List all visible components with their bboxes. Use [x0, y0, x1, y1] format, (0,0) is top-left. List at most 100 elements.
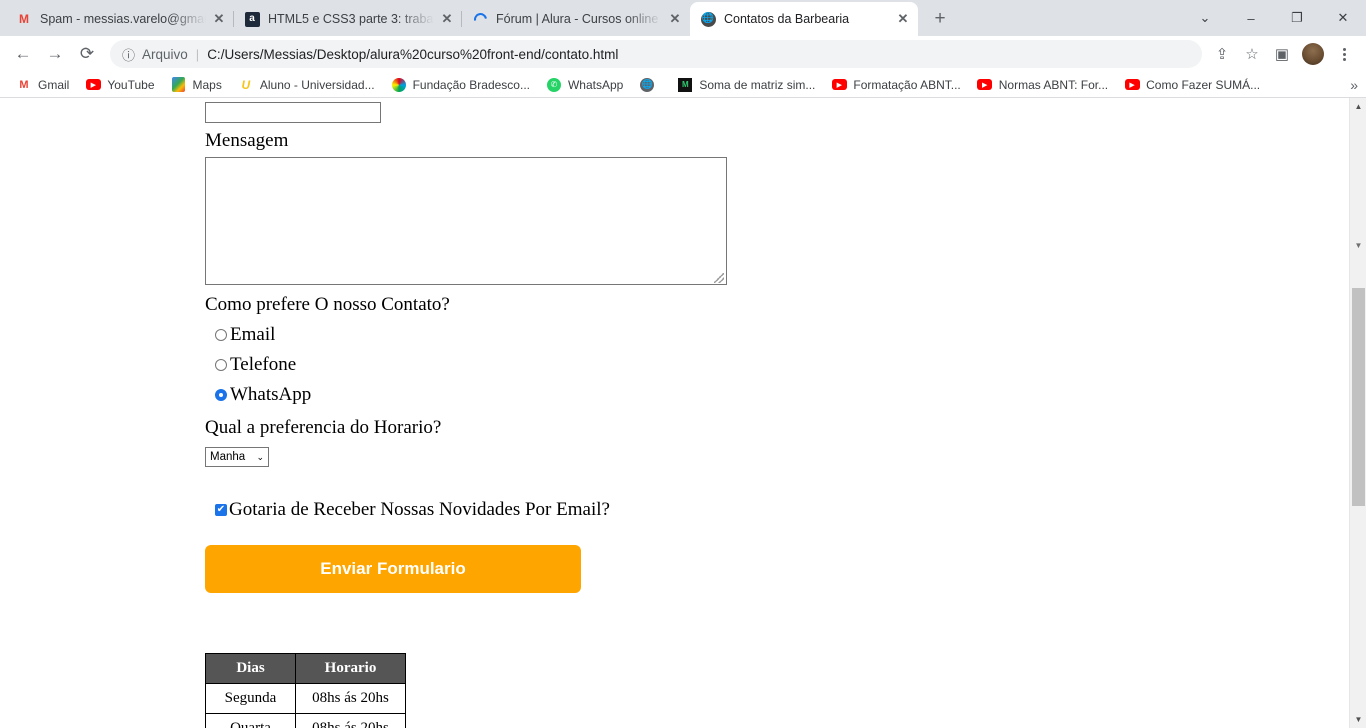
table-cell-horario: 08hs ás 20hs [295, 713, 406, 728]
tab-title: Fórum | Alura - Cursos online de [496, 12, 662, 26]
side-panel-icon[interactable]: ▣ [1268, 40, 1296, 68]
bookmark-maps[interactable]: Maps [163, 75, 230, 95]
youtube-icon: ▶ [85, 77, 101, 93]
horario-select-value: Manha [210, 451, 246, 463]
bookmark-soma-matriz[interactable]: M Soma de matriz sim... [669, 75, 823, 95]
window-controls: ⌄ – ❐ ✕ [1182, 0, 1366, 36]
bookmarks-bar: M Gmail ▶ YouTube Maps U Aluno - Univers… [0, 72, 1366, 98]
youtube-icon: ▶ [831, 77, 847, 93]
bookmark-como-fazer-sumario[interactable]: ▶ Como Fazer SUMÁ... [1116, 75, 1268, 95]
bookmark-label: YouTube [107, 77, 155, 92]
tab-title: Contatos da Barbearia [724, 12, 850, 26]
bookmark-label: Soma de matriz sim... [699, 77, 816, 92]
vertical-scrollbar[interactable]: ▲ ▼ ▼ [1349, 98, 1366, 728]
browser-tab-1[interactable]: M Spam - messias.varelo@gmail.com ✕ [6, 2, 234, 36]
browser-menu-icon[interactable] [1330, 40, 1358, 68]
radio-label: Email [230, 324, 276, 345]
chevron-down-icon: ⌄ [256, 451, 264, 462]
bookmark-label: Como Fazer SUMÁ... [1146, 77, 1261, 92]
browser-tab-4-active[interactable]: 🌐 Contatos da Barbearia ✕ [690, 2, 918, 36]
bookmark-star-icon[interactable]: ☆ [1238, 40, 1266, 68]
tab-close-button[interactable]: ✕ [438, 10, 456, 28]
tab-title: HTML5 e CSS3 parte 3: trabalhan [268, 12, 434, 26]
scroll-down-arrow-icon[interactable]: ▼ [1350, 711, 1366, 728]
bookmark-label: Normas ABNT: For... [998, 77, 1109, 92]
bookmark-fundacao-bradesco[interactable]: Fundação Bradesco... [383, 75, 538, 95]
profile-avatar[interactable] [1302, 43, 1324, 65]
new-tab-button[interactable]: + [926, 5, 954, 33]
horario-select[interactable]: Manha ⌄ [205, 447, 269, 467]
bookmark-youtube[interactable]: ▶ YouTube [77, 75, 162, 95]
mensagem-textarea[interactable] [205, 157, 727, 285]
radio-option-telefone[interactable]: Telefone [205, 350, 1349, 380]
browser-tab-3[interactable]: Fórum | Alura - Cursos online de ✕ [461, 2, 690, 36]
tab-search-chevron-icon[interactable]: ⌄ [1182, 2, 1228, 34]
radio-option-whatsapp[interactable]: WhatsApp [205, 380, 1349, 410]
scroll-marker-icon: ▼ [1354, 240, 1363, 250]
scrollbar-thumb[interactable] [1352, 288, 1365, 506]
radio-button[interactable] [215, 329, 227, 341]
youtube-icon: ▶ [977, 77, 993, 93]
newsletter-checkbox-row[interactable]: ✔ Gotaria de Receber Nossas Novidades Po… [205, 495, 1349, 525]
matrix-icon: M [677, 77, 693, 93]
table-cell-dia: Segunda [205, 683, 296, 714]
table-cell-dia: Quarta [205, 713, 296, 728]
radio-option-email[interactable]: Email [205, 320, 1349, 350]
tab-close-button[interactable]: ✕ [894, 10, 912, 28]
university-icon: U [241, 77, 251, 92]
newsletter-checkbox[interactable]: ✔ [215, 504, 227, 516]
radio-button-selected[interactable] [215, 389, 227, 401]
submit-form-button[interactable]: Enviar Formulario [205, 545, 581, 593]
table-cell-horario: 08hs ás 20hs [295, 683, 406, 714]
bookmark-formatacao-abnt[interactable]: ▶ Formatação ABNT... [823, 75, 968, 95]
contact-form-page: Telefone Mensagem Como prefere O nosso C… [0, 98, 1349, 728]
maximize-button[interactable]: ❐ [1274, 2, 1320, 34]
bookmark-whatsapp[interactable]: ✆ WhatsApp [538, 75, 631, 95]
bookmarks-overflow-button[interactable]: » [1350, 77, 1358, 93]
bookmark-label: Fundação Bradesco... [412, 77, 530, 92]
table-header-row: Dias Horario [205, 653, 406, 684]
omnibox-divider: | [195, 46, 200, 62]
table-header-dias: Dias [205, 653, 296, 684]
resize-grip-icon[interactable] [714, 273, 724, 283]
page-info-icon[interactable]: ⓘ [122, 45, 135, 64]
bookmark-normas-abnt[interactable]: ▶ Normas ABNT: For... [969, 75, 1116, 95]
alura-icon: a [244, 11, 260, 27]
close-window-button[interactable]: ✕ [1320, 2, 1366, 34]
share-icon[interactable]: ⇪ [1208, 40, 1236, 68]
tab-strip: M Spam - messias.varelo@gmail.com ✕ a HT… [0, 0, 1366, 36]
radio-button[interactable] [215, 359, 227, 371]
gmail-icon: M [19, 12, 29, 26]
forward-button[interactable]: → [40, 39, 70, 69]
minimize-button[interactable]: – [1228, 2, 1274, 34]
bookmark-gmail[interactable]: M Gmail [8, 75, 77, 95]
bookmark-label: Gmail [38, 77, 70, 92]
telefone-input[interactable] [205, 102, 381, 123]
bookmark-globe[interactable]: 🌐 [631, 75, 669, 95]
radio-label: WhatsApp [230, 384, 312, 405]
maps-icon [171, 77, 187, 93]
toolbar-actions: ⇪ ☆ ▣ [1208, 40, 1358, 68]
tab-close-button[interactable]: ✕ [210, 10, 228, 28]
browser-toolbar: ← → ⟳ ⓘ Arquivo | C:/Users/Messias/Deskt… [0, 36, 1366, 72]
bookmark-aluno-universidade[interactable]: U Aluno - Universidad... [230, 75, 383, 95]
bookmark-label: WhatsApp [567, 77, 624, 92]
mensagem-label: Mensagem [205, 130, 289, 151]
table-row: Segunda 08hs ás 20hs [205, 683, 406, 714]
bookmark-label: Aluno - Universidad... [259, 77, 375, 92]
tab-close-button[interactable]: ✕ [666, 10, 684, 28]
back-button[interactable]: ← [8, 39, 38, 69]
browser-tab-2[interactable]: a HTML5 e CSS3 parte 3: trabalhan ✕ [233, 2, 462, 36]
globe-icon: 🌐 [700, 11, 716, 27]
url-scheme-label: Arquivo [142, 46, 188, 62]
horario-preference-question: Qual a preferencia do Horario? [205, 417, 442, 438]
radio-label: Telefone [230, 354, 297, 375]
loading-spinner-icon [470, 9, 490, 29]
reload-button[interactable]: ⟳ [72, 39, 102, 69]
scroll-up-arrow-icon[interactable]: ▲ [1350, 98, 1366, 115]
youtube-icon: ▶ [1124, 77, 1140, 93]
whatsapp-icon: ✆ [546, 77, 562, 93]
gmail-icon: M [19, 78, 29, 91]
globe-icon: 🌐 [639, 77, 655, 93]
address-bar[interactable]: ⓘ Arquivo | C:/Users/Messias/Desktop/alu… [110, 40, 1202, 68]
